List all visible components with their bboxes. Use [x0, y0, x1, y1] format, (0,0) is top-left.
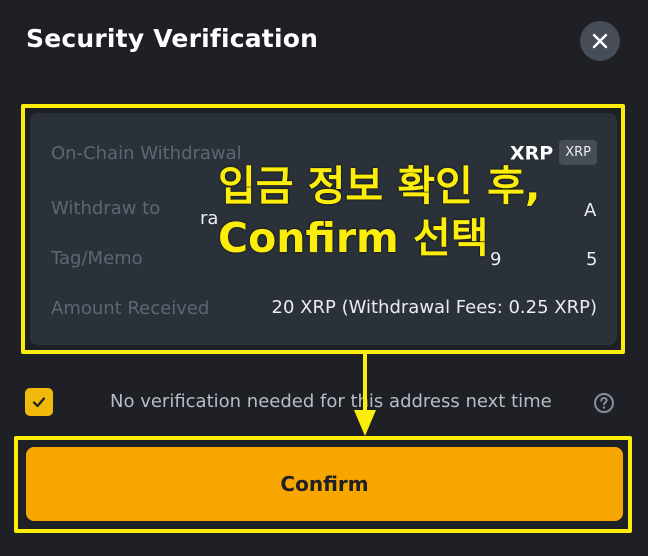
row-withdraw-to: Withdraw to — [30, 190, 617, 226]
address-end: A — [584, 200, 597, 221]
close-button[interactable] — [580, 21, 620, 61]
dialog-header: Security Verification — [0, 0, 648, 82]
close-icon — [592, 33, 608, 49]
chain-label: On-Chain Withdrawal — [51, 143, 242, 164]
remember-label: No verification needed for this address … — [110, 391, 552, 412]
question-circle-icon[interactable] — [593, 392, 615, 414]
row-chain: On-Chain Withdrawal XRP XRP — [30, 135, 617, 171]
withdrawal-details: On-Chain Withdrawal XRP XRP Withdraw to T… — [30, 113, 617, 345]
coin-tag: XRP — [559, 140, 597, 165]
address-start: ra — [200, 208, 219, 229]
amount-label: Amount Received — [51, 298, 210, 319]
memo-end: 5 — [586, 249, 598, 270]
row-amount: Amount Received 20 XRP (Withdrawal Fees:… — [30, 290, 617, 326]
chain-value: XRP XRP — [510, 140, 597, 167]
checkmark-icon — [32, 397, 46, 408]
coin-name: XRP — [510, 142, 554, 165]
withdraw-to-label: Withdraw to — [51, 198, 161, 219]
memo-start: 9 — [490, 249, 502, 270]
tag-memo-label: Tag/Memo — [51, 248, 143, 269]
confirm-button[interactable]: Confirm — [26, 447, 623, 521]
row-tag-memo: Tag/Memo — [30, 240, 617, 276]
amount-value: 20 XRP (Withdrawal Fees: 0.25 XRP) — [271, 297, 597, 318]
remember-checkbox[interactable] — [25, 388, 53, 416]
dialog-title: Security Verification — [26, 24, 319, 53]
